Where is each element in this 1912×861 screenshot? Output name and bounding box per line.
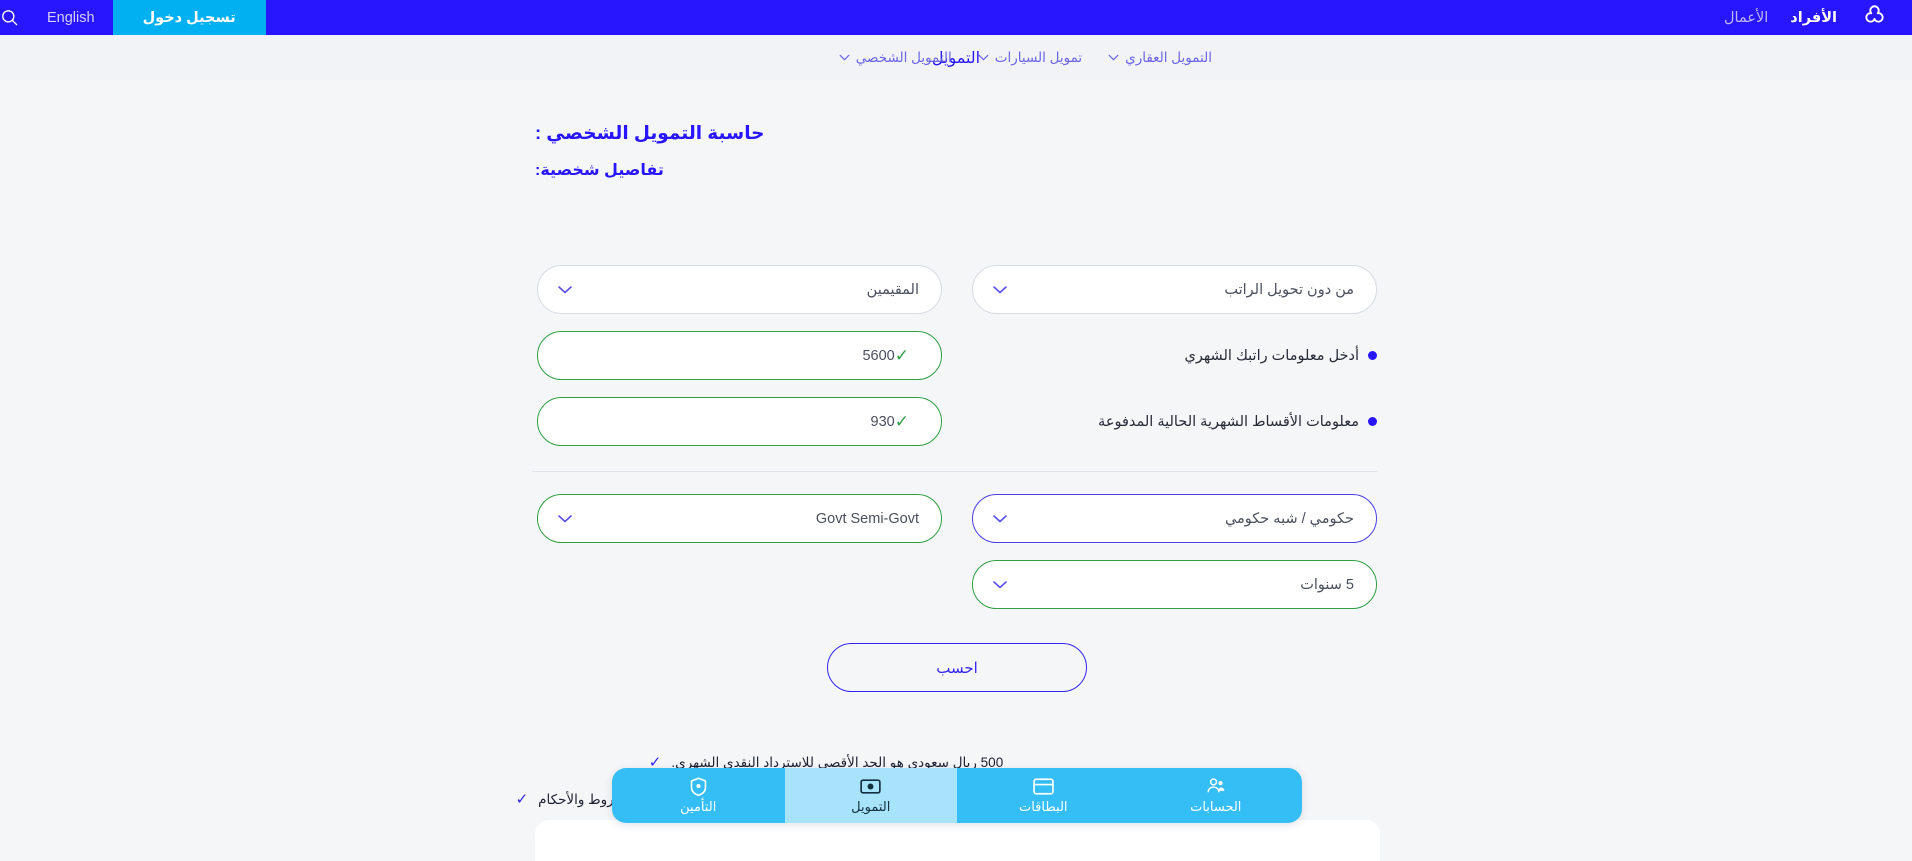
main-content: حاسبة التمويل الشخصي : تفاصيل شخصية: من … [0,80,1912,861]
chevron-down-icon [1108,54,1119,61]
monthly-salary-label: أدخل معلومات راتبك الشهري [972,331,1377,380]
current-installments-input[interactable]: ✓ 930 [537,397,942,446]
check-icon: ✓ [515,790,529,808]
header-spacer [266,0,1724,35]
form-row-salary: أدخل معلومات راتبك الشهري ✓ 5600 [532,331,1377,380]
header-right-group: الأفراد الأعمال [1724,0,1912,35]
chevron-down-icon [993,580,1007,589]
nav-link-business[interactable]: الأعمال [1724,10,1768,26]
subnav-item-personal-finance[interactable]: التمويل الشخصي [839,50,952,66]
page-root: الأفراد الأعمال English تسجيل دخول التمو… [0,0,1912,861]
sub-navigation-bar: التمويل التمويل العقاري تمويل السيارات ا… [0,35,1912,80]
tab-label: الحسابات [1190,798,1242,814]
chevron-down-icon [839,54,850,61]
tab-label: التمويل [851,798,891,814]
monthly-salary-value: 5600 [862,347,895,364]
chevron-down-icon [978,54,989,61]
tab-label: البطاقات [1018,798,1068,814]
tab-insurance[interactable]: التأمين [612,768,785,823]
finance-icon [860,777,881,796]
form-divider [532,471,1377,472]
search-icon[interactable] [0,0,29,35]
current-installments-label-text: معلومات الأقساط الشهرية الحالية المدفوعة [1098,413,1359,430]
language-toggle[interactable]: English [29,0,113,35]
current-installments-label: معلومات الأقساط الشهرية الحالية المدفوعة [972,397,1377,446]
employer-subtype-dropdown[interactable]: Govt Semi-Govt [537,494,942,543]
personal-details-label: تفاصيل شخصية: [535,162,664,179]
tenure-dropdown[interactable]: 5 سنوات [972,560,1377,609]
calculate-button[interactable]: احسب [827,643,1087,692]
salary-transfer-dropdown[interactable]: من دون تحويل الراتب [972,265,1377,314]
bottom-tab-bar: الحسابات البطاقات التمويل التأمين [612,768,1302,823]
form-row-tenure: 5 سنوات [532,560,1377,609]
info-dot-icon[interactable] [1368,351,1377,360]
salary-transfer-value: من دون تحويل الراتب [1224,281,1354,298]
employer-type-dropdown[interactable]: حكومي / شبه حكومي [972,494,1377,543]
chevron-down-icon [558,285,572,294]
employer-subtype-value: Govt Semi-Govt [815,510,919,527]
subnav-label: التمويل الشخصي [855,49,952,65]
cards-icon [1032,777,1054,796]
bottom-card-panel [535,820,1380,861]
check-icon: ✓ [894,346,909,365]
tab-cards[interactable]: البطاقات [957,768,1130,823]
accounts-icon [1206,777,1226,796]
nav-link-individuals[interactable]: الأفراد [1790,10,1837,26]
calculator-form: من دون تحويل الراتب المقيمين أدخل معلوما… [532,265,1377,692]
insurance-icon [690,776,707,796]
subnav-items-group: التمويل العقاري تمويل السيارات التمويل ا… [839,50,1212,66]
subnav-item-real-estate-finance[interactable]: التمويل العقاري [1108,50,1212,66]
monthly-salary-label-text: أدخل معلومات راتبك الشهري [1184,347,1359,364]
tab-finance[interactable]: التمويل [784,768,957,823]
top-header-bar: الأفراد الأعمال English تسجيل دخول [0,0,1912,35]
chevron-down-icon [993,514,1007,523]
monthly-salary-input[interactable]: ✓ 5600 [537,331,942,380]
check-icon: ✓ [894,412,909,431]
current-installments-value: 930 [870,413,895,430]
info-dot-icon[interactable] [1368,417,1377,426]
login-button[interactable]: تسجيل دخول [112,0,266,35]
customer-segment-dropdown[interactable]: المقيمين [537,265,942,314]
form-row-1: من دون تحويل الراتب المقيمين [532,265,1377,314]
calculate-button-wrapper: احسب [532,643,1377,692]
header-left-group: English تسجيل دخول [0,0,266,35]
subnav-label: التمويل العقاري [1125,49,1212,65]
customer-segment-value: المقيمين [866,281,919,298]
tab-label: التأمين [680,798,717,814]
calculator-heading: حاسبة التمويل الشخصي : [535,122,765,143]
form-row-employer: حكومي / شبه حكومي Govt Semi-Govt [532,494,1377,543]
subnav-label: تمويل السيارات [994,49,1083,65]
tab-accounts[interactable]: الحسابات [1129,768,1302,823]
subnav-item-auto-finance[interactable]: تمويل السيارات [978,50,1082,66]
employer-type-value: حكومي / شبه حكومي [1224,510,1354,527]
chevron-down-icon [558,514,572,523]
riyad-bank-logo[interactable] [1859,2,1890,33]
chevron-down-icon [993,285,1007,294]
form-row-installments: معلومات الأقساط الشهرية الحالية المدفوعة… [532,397,1377,446]
tenure-value: 5 سنوات [1300,576,1354,593]
